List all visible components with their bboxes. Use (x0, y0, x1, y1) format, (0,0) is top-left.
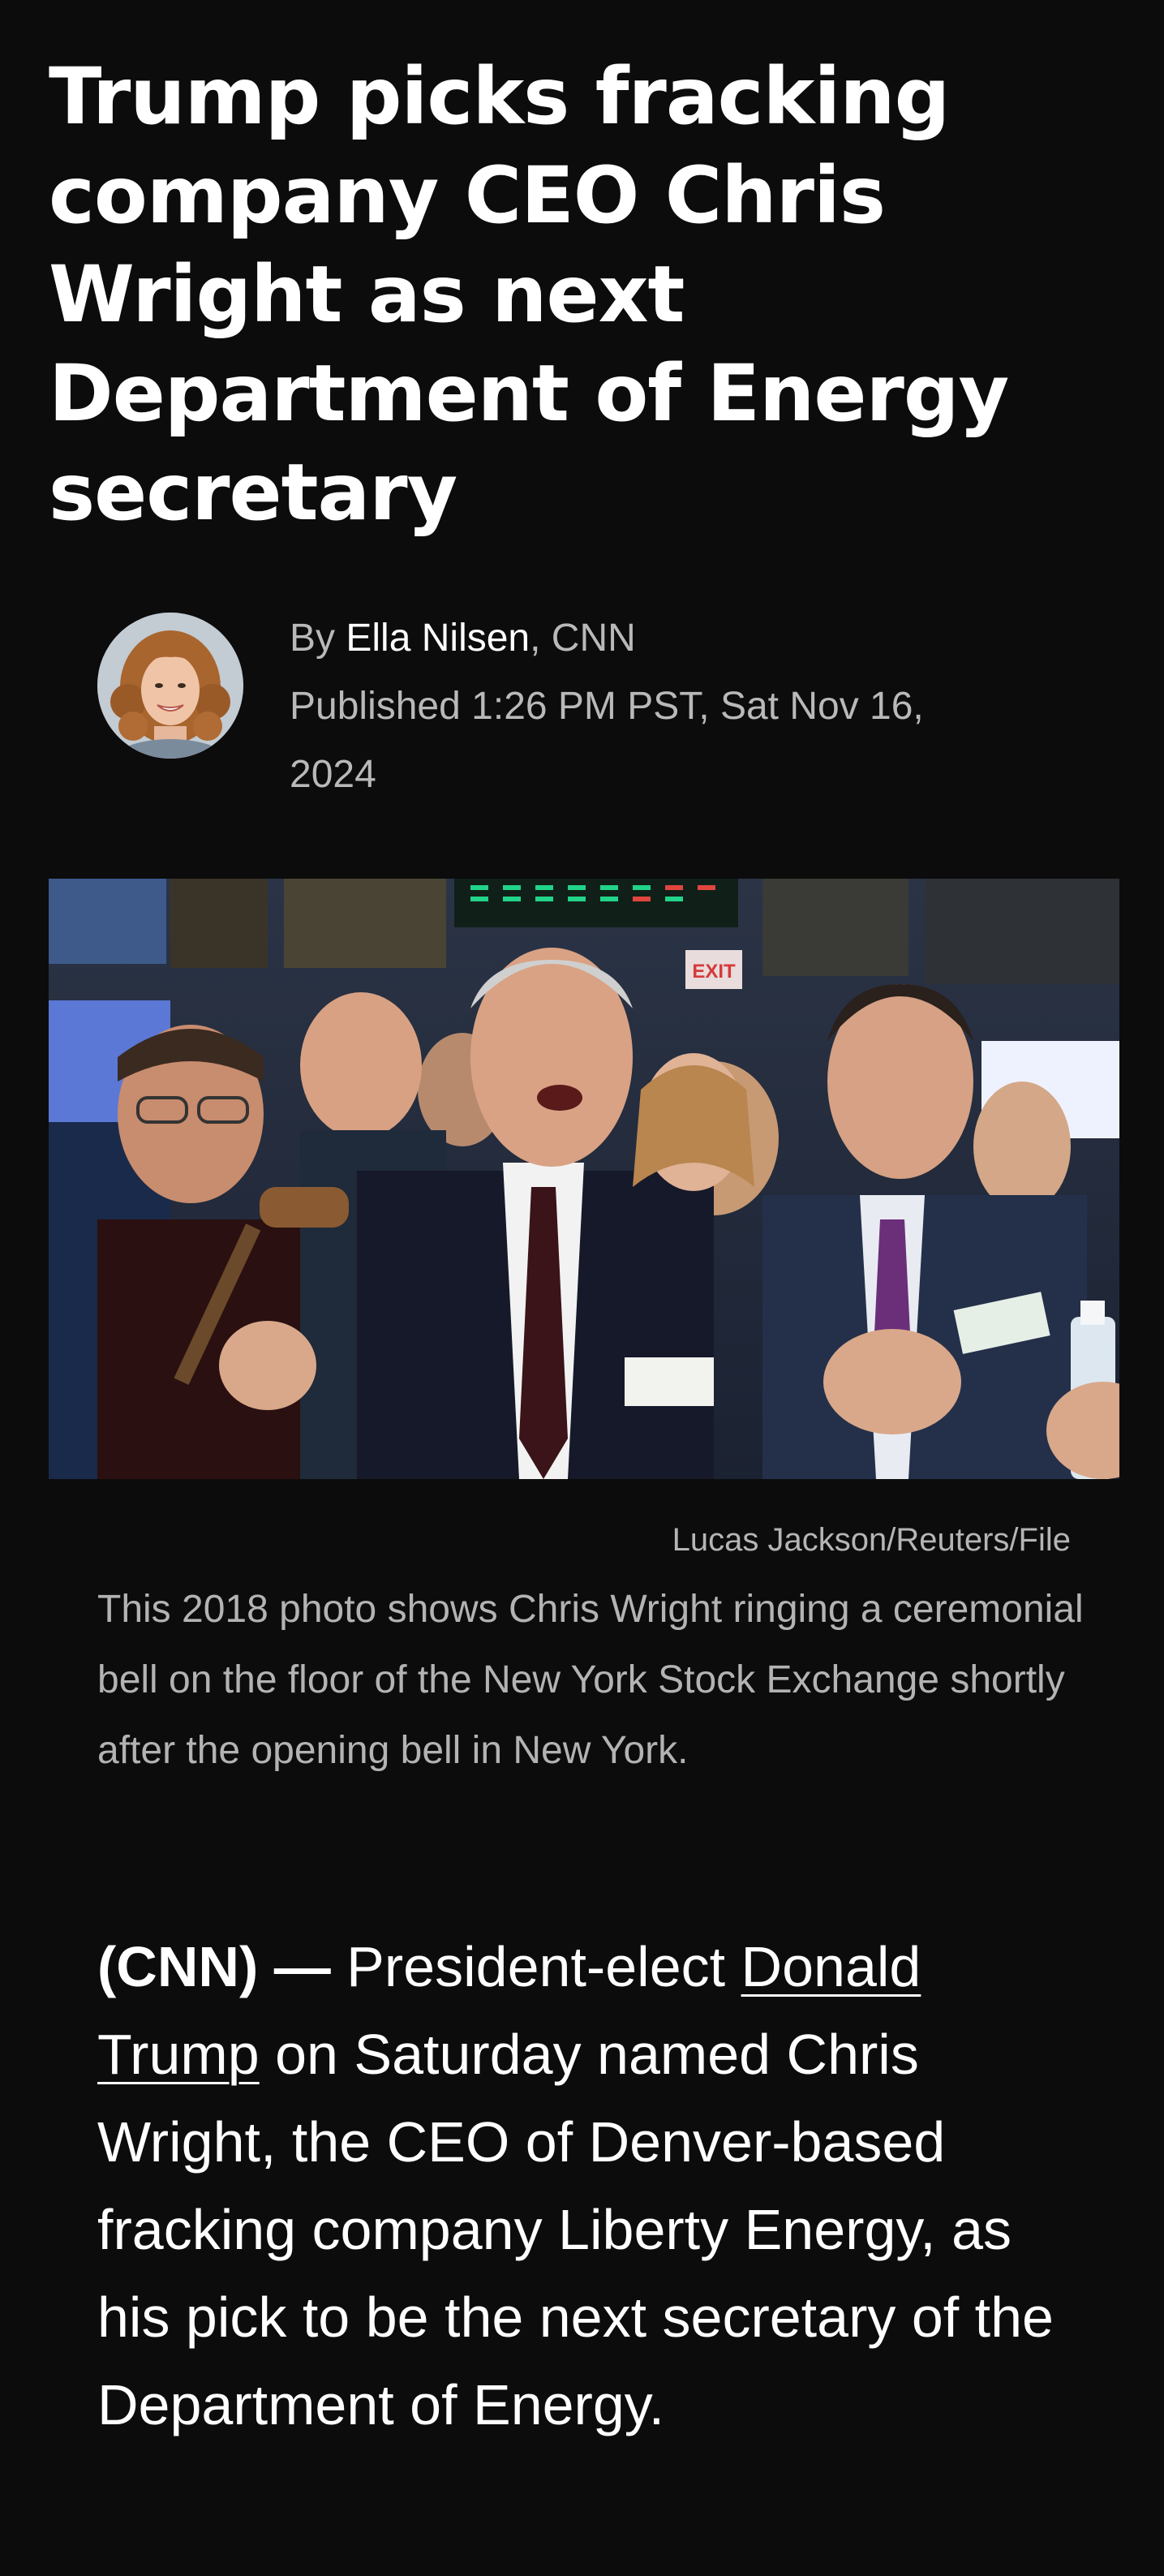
byline-outlet: , CNN (530, 617, 636, 660)
byline-text: By Ella Nilsen, CNN Published 1:26 PM PS… (290, 604, 1020, 809)
byline: By Ella Nilsen, CNN Published 1:26 PM PS… (97, 604, 1071, 799)
paragraph-text-1: President-elect (330, 1935, 741, 1998)
exit-sign-text: EXIT (692, 961, 736, 983)
photo-credit: Lucas Jackson/Reuters/File (672, 1522, 1071, 1558)
hero-image[interactable]: EXIT (49, 879, 1119, 1479)
dateline: (CNN) — (97, 1935, 331, 1998)
author-avatar-image (97, 613, 243, 759)
hero-photo: EXIT (49, 879, 1119, 1479)
photo-caption: This 2018 photo shows Chris Wright ringi… (97, 1588, 1084, 1772)
author-name-link[interactable]: Ella Nilsen (346, 617, 530, 660)
author-avatar[interactable] (97, 613, 243, 759)
byline-prefix: By (290, 617, 346, 660)
article-headline: Trump picks fracking company CEO Chris W… (49, 51, 1009, 538)
published-timestamp: Published 1:26 PM PST, Sat Nov 16, 2024 (290, 685, 924, 796)
author-line: By Ella Nilsen, CNN (290, 604, 1020, 673)
article-paragraph: (CNN) — President-elect Donald Trump on … (97, 1923, 1095, 2449)
